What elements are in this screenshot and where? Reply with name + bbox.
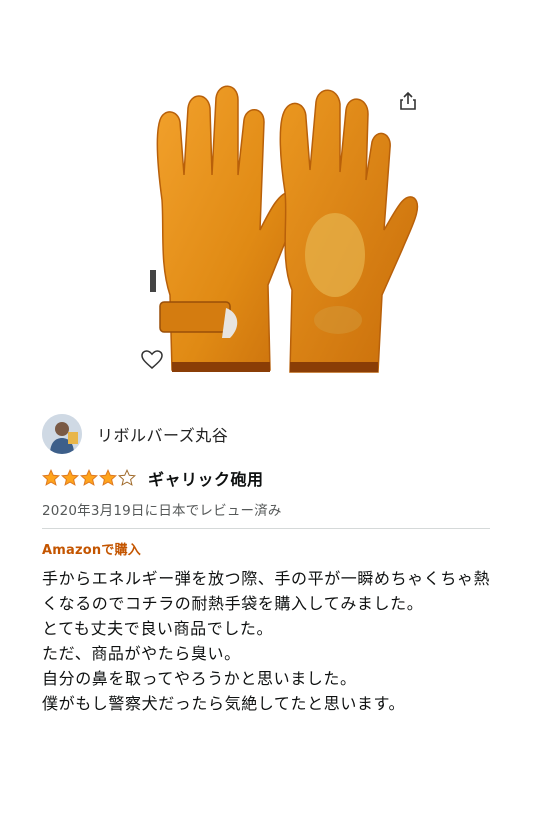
share-icon[interactable] — [397, 90, 419, 112]
review-body: 手からエネルギー弾を放つ際、手の平が一瞬めちゃくちゃ熱くなるのでコチラの耐熱手袋… — [42, 569, 491, 713]
product-image[interactable] — [120, 80, 420, 385]
divider — [42, 528, 490, 529]
right-glove — [279, 89, 419, 373]
rating-row: ギャリック砲用 — [42, 466, 502, 490]
review-date: 2020年3月19日に日本でレビュー済み — [42, 503, 282, 519]
reviewer-row[interactable]: リボルバーズ丸谷 — [42, 414, 502, 454]
star-rating[interactable] — [42, 469, 136, 487]
customer-review: リボルバーズ丸谷 ギャリック砲用 2020年3月19日に日本でレビュー済み Am… — [42, 414, 502, 716]
star-filled-icon — [61, 469, 79, 486]
reviewer-name[interactable]: リボルバーズ丸谷 — [97, 422, 228, 446]
star-filled-icon — [80, 469, 98, 486]
star-filled-icon — [99, 469, 117, 486]
heart-outline-icon[interactable] — [140, 349, 164, 371]
star-empty-icon — [118, 469, 136, 486]
review-title[interactable]: ギャリック砲用 — [148, 466, 264, 490]
star-filled-icon — [42, 469, 60, 486]
avatar[interactable] — [42, 414, 82, 454]
left-glove — [150, 85, 300, 372]
verified-purchase-badge: Amazonで購入 — [42, 543, 141, 558]
